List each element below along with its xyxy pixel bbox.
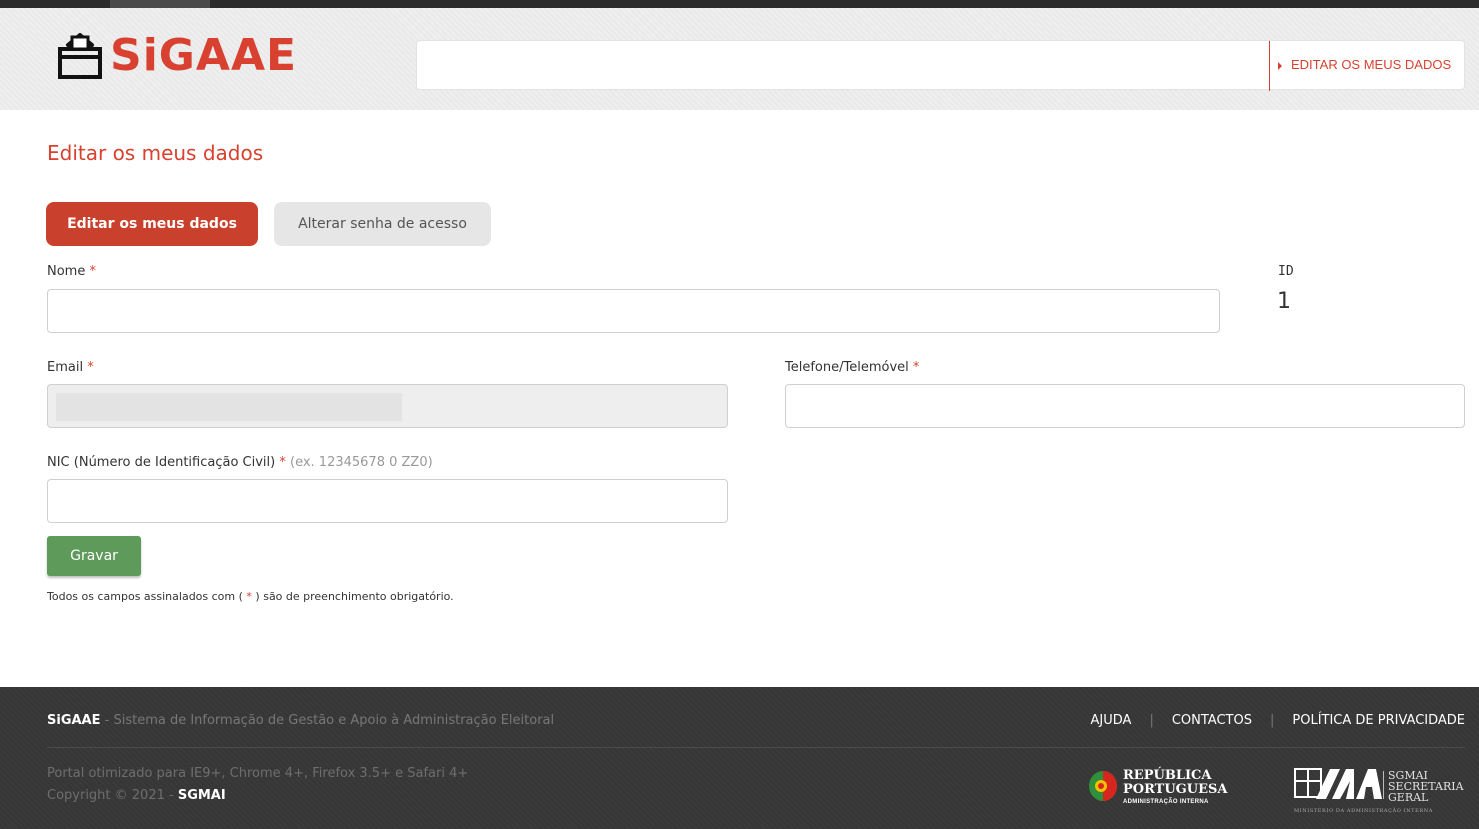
footer-divider: [47, 747, 1465, 748]
breadcrumb-bar: EDITAR OS MEUS DADOS: [416, 40, 1465, 91]
save-button[interactable]: Gravar: [47, 536, 141, 576]
site-logo[interactable]: SiGAAE: [56, 30, 297, 81]
required-mark: *: [89, 264, 96, 279]
top-bar: [0, 0, 1479, 8]
id-label: ID: [1278, 264, 1294, 279]
id-value: 1: [1277, 289, 1291, 314]
sg-line3: GERAL: [1388, 791, 1429, 804]
phone-input[interactable]: [785, 384, 1465, 428]
breadcrumb-current[interactable]: EDITAR OS MEUS DADOS: [1291, 57, 1451, 72]
email-value-redacted: [56, 393, 402, 421]
sgmai-divider: [1383, 771, 1384, 799]
breadcrumb-arrow-icon: [1278, 62, 1282, 70]
name-label: Nome *: [47, 264, 96, 279]
phone-label-text: Telefone/Telemóvel: [785, 360, 909, 375]
footer-link-privacy[interactable]: POLÍTICA DE PRIVACIDADE: [1292, 713, 1465, 728]
footer-brand-desc: - Sistema de Informação de Gestão e Apoi…: [100, 713, 555, 728]
sgmai-logo-icon[interactable]: [1294, 767, 1384, 803]
copyright-prefix: Copyright © 2021 -: [47, 788, 178, 803]
required-mark: *: [912, 360, 920, 375]
nic-hint: (ex. 12345678 0 ZZ0): [290, 455, 433, 470]
page-title: Editar os meus dados: [47, 141, 264, 165]
note-text-before: Todos os campos assinalados com (: [47, 590, 247, 603]
required-note: Todos os campos assinalados com ( * ) sã…: [47, 590, 454, 603]
header: SiGAAE EDITAR OS MEUS DADOS: [0, 8, 1479, 110]
name-label-text: Nome: [47, 264, 86, 279]
required-mark: *: [279, 455, 286, 470]
nic-input[interactable]: [47, 479, 728, 523]
footer-links: AJUDA | CONTACTOS | POLÍTICA DE PRIVACID…: [1091, 713, 1465, 728]
tab-edit-data[interactable]: Editar os meus dados: [46, 202, 258, 246]
footer-brand-name: SiGAAE: [47, 713, 101, 728]
tab-change-password[interactable]: Alterar senha de acesso: [274, 202, 491, 246]
footer-copyright: Copyright © 2021 - SGMAI: [47, 788, 226, 803]
note-text-after: ) são de preenchimento obrigatório.: [251, 590, 454, 603]
footer-separator: |: [1269, 713, 1275, 728]
footer-compat: Portal otimizado para IE9+, Chrome 4+, F…: [47, 766, 469, 781]
copyright-owner[interactable]: SGMAI: [178, 788, 226, 803]
footer: SiGAAE - Sistema de Informação de Gestão…: [0, 687, 1479, 829]
name-input[interactable]: [47, 289, 1220, 333]
rp-subtitle: ADMINISTRAÇÃO INTERNA: [1123, 799, 1209, 805]
nic-label: NIC (Número de Identificação Civil) * (e…: [47, 455, 433, 470]
footer-link-help[interactable]: AJUDA: [1091, 713, 1132, 728]
ballot-box-icon: [58, 32, 102, 79]
footer-brand: SiGAAE - Sistema de Informação de Gestão…: [47, 713, 554, 728]
email-label-text: Email: [47, 360, 84, 375]
republica-portuguesa-emblem-icon: [1089, 771, 1117, 801]
republica-portuguesa-logo[interactable]: REPÚBLICA PORTUGUESA: [1123, 769, 1228, 797]
footer-link-contacts[interactable]: CONTACTOS: [1172, 713, 1252, 728]
logo-text: SiGAAE: [110, 30, 298, 81]
email-label: Email *: [47, 360, 94, 375]
sgmai-subtitle: MINISTÉRIO DA ADMINISTRAÇÃO INTERNA: [1294, 808, 1433, 814]
rp-line2: PORTUGUESA: [1123, 782, 1228, 797]
rp-line1: REPÚBLICA: [1123, 768, 1212, 783]
breadcrumb-divider: [1269, 41, 1270, 91]
phone-label: Telefone/Telemóvel *: [785, 360, 919, 375]
top-bar-tab[interactable]: [110, 0, 210, 8]
sgmai-text: SGMAI SECRETARIA GERAL: [1388, 770, 1464, 803]
footer-separator: |: [1149, 713, 1154, 728]
nic-label-text: NIC (Número de Identificação Civil): [47, 455, 276, 470]
required-mark: *: [87, 360, 94, 375]
email-field: [47, 384, 728, 428]
